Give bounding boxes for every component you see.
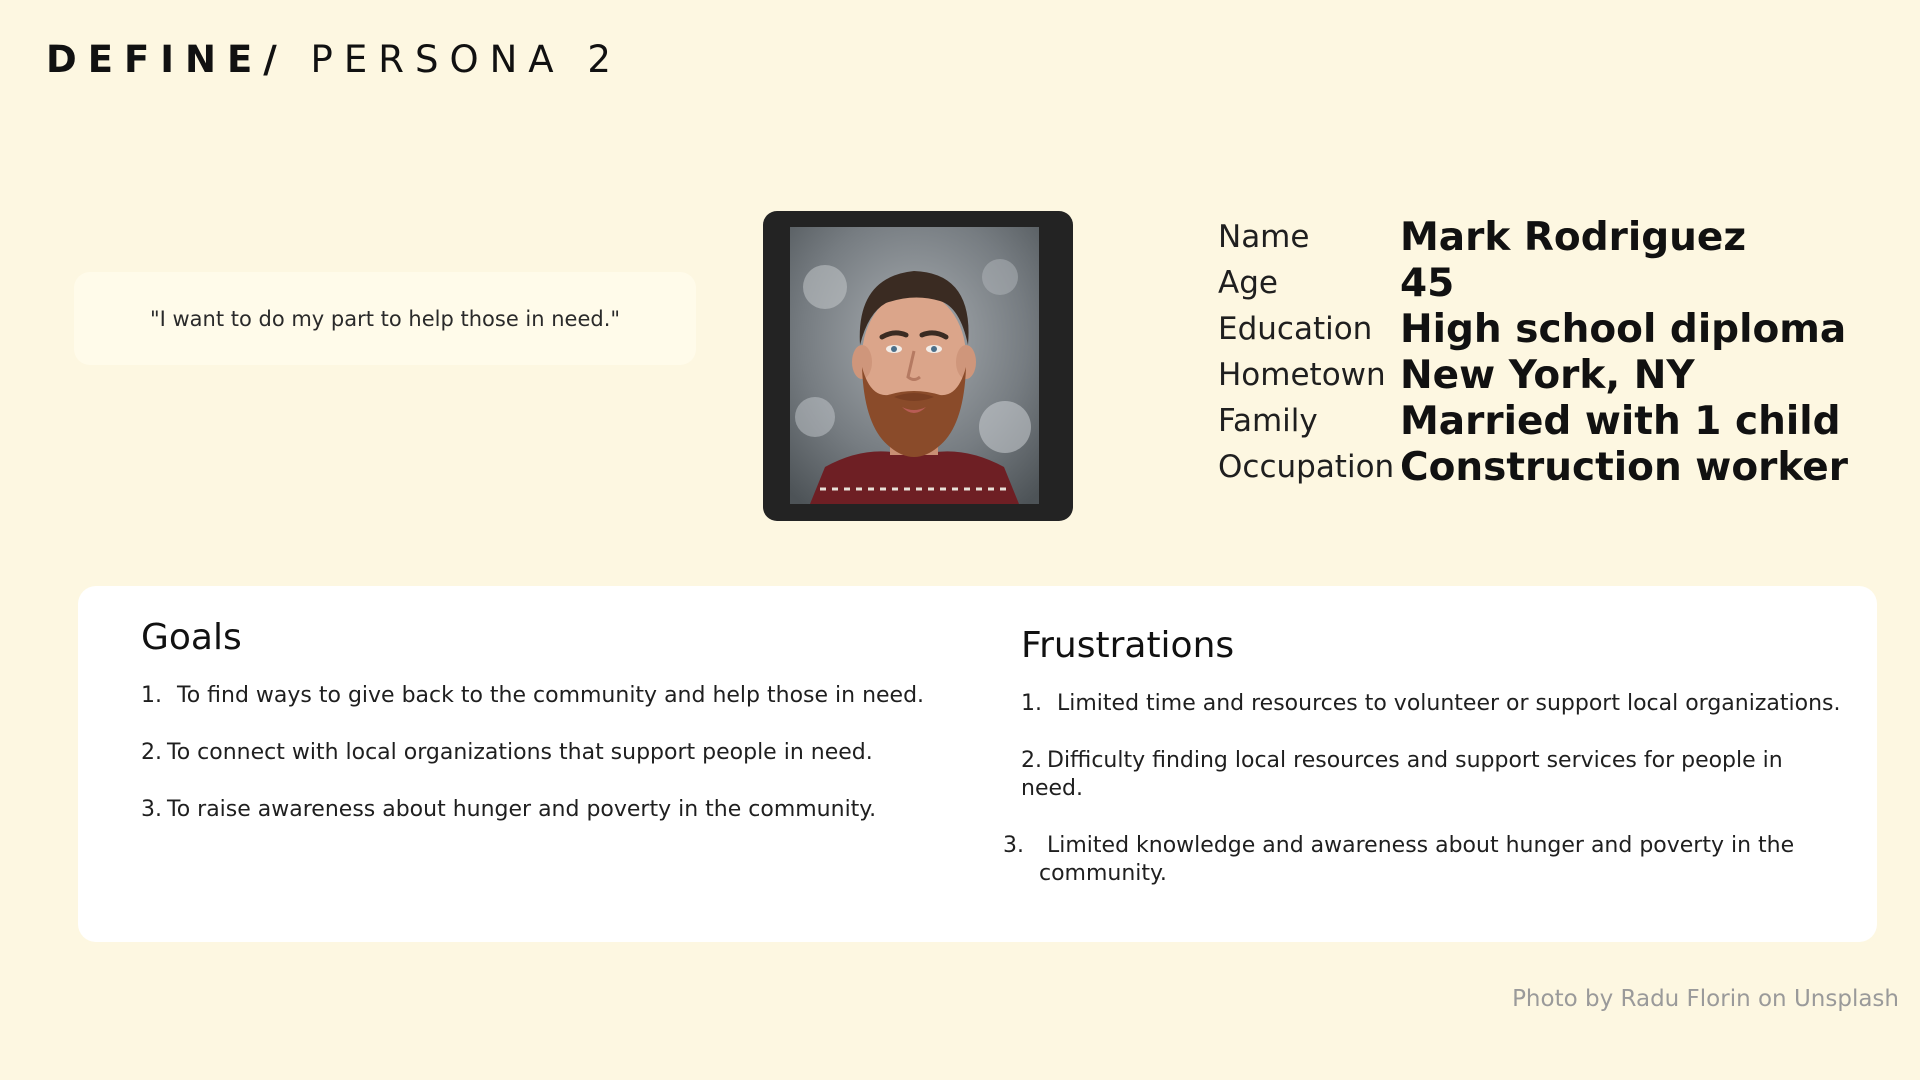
persona-portrait xyxy=(790,227,1039,504)
frustration-number: 2. xyxy=(1021,748,1042,773)
name-label: Name xyxy=(1218,219,1310,255)
frustration-text: Difficulty finding local resources and s… xyxy=(1021,748,1783,801)
goal-number: 2. xyxy=(141,740,162,765)
frustration-item: 2. Difficulty finding local resources and… xyxy=(1021,747,1851,803)
photo-credit: Photo by Radu Florin on Unsplash xyxy=(1512,986,1899,1012)
page-title: DEFINE/ PERSONA 2 xyxy=(46,36,622,84)
frustration-item: 1. Limited time and resources to voluntee… xyxy=(1021,690,1851,718)
frustration-text: Limited time and resources to volunteer … xyxy=(1057,691,1841,716)
family-label: Family xyxy=(1218,403,1318,439)
persona-info: Name Mark Rodriguez Age 45 Education Hig… xyxy=(1218,214,1848,490)
hometown-value: New York, NY xyxy=(1400,352,1695,398)
frustrations-list: 1. Limited time and resources to voluntee… xyxy=(1003,690,1851,888)
goals-frustrations-card: Goals 1. To find ways to give back to the… xyxy=(78,586,1877,942)
education-value: High school diploma xyxy=(1400,306,1847,352)
goal-number: 1. xyxy=(141,683,162,708)
persona-quote: "I want to do my part to help those in n… xyxy=(149,306,621,331)
frustration-text: Limited knowledge and awareness about hu… xyxy=(1039,833,1795,886)
age-value: 45 xyxy=(1400,260,1455,306)
goals-list: 1. To find ways to give back to the commu… xyxy=(141,682,961,824)
goal-item: 3. To raise awareness about hunger and po… xyxy=(141,796,961,824)
goals-heading: Goals xyxy=(141,617,242,658)
goal-text: To raise awareness about hunger and pove… xyxy=(167,797,877,822)
hometown-label: Hometown xyxy=(1218,357,1386,393)
name-value: Mark Rodriguez xyxy=(1400,214,1747,260)
goal-text: To find ways to give back to the communi… xyxy=(177,683,925,708)
frustration-item: 3. Limited knowledge and awareness about … xyxy=(1003,832,1851,888)
education-label: Education xyxy=(1218,311,1373,347)
family-value: Married with 1 child xyxy=(1400,398,1841,444)
goals-section: Goals 1. To find ways to give back to the… xyxy=(141,616,961,853)
frustrations-section: Frustrations 1. Limited time and resource… xyxy=(1003,624,1851,917)
page-title-section: DEFINE/ xyxy=(46,38,288,81)
page-title-persona: PERSONA 2 xyxy=(287,38,622,81)
frustration-number: 1. xyxy=(1021,691,1042,716)
occupation-label: Occupation xyxy=(1218,449,1395,485)
occupation-value: Construction worker xyxy=(1400,444,1848,490)
quote-card: "I want to do my part to help those in n… xyxy=(74,272,696,365)
frustration-number: 3. xyxy=(1003,833,1024,858)
persona-photo xyxy=(790,227,1039,504)
goal-item: 2. To connect with local organizations th… xyxy=(141,739,961,767)
age-label: Age xyxy=(1218,265,1278,301)
frustrations-heading: Frustrations xyxy=(1021,625,1235,666)
persona-photo-frame xyxy=(763,211,1073,521)
goal-item: 1. To find ways to give back to the commu… xyxy=(141,682,961,710)
goal-text: To connect with local organizations that… xyxy=(167,740,873,765)
goal-number: 3. xyxy=(141,797,162,822)
